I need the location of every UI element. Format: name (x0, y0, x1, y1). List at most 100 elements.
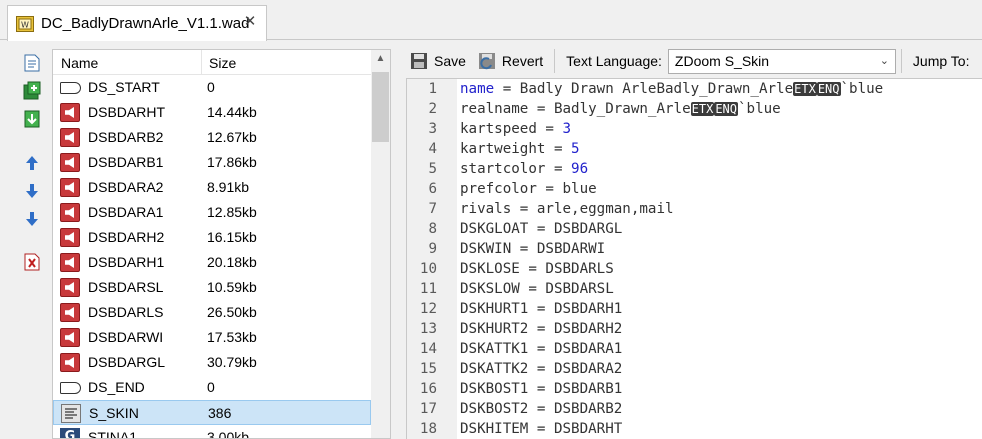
code-line: 4 kartweight = 5 (407, 139, 982, 159)
entry-name: DSBDARB2 (88, 129, 164, 145)
entry-name: DSBDARA2 (88, 179, 164, 195)
import-entry-icon[interactable] (20, 79, 44, 103)
entry-list-scrollbar[interactable]: ▲ (371, 50, 390, 438)
line-text: DSKSLOW = DSBDARSL (460, 279, 614, 299)
tab-title: DC_BadlyDrawnArle_V1.1.wad (41, 15, 250, 32)
entry-row[interactable]: DSBDARH1 20.18kb (53, 250, 371, 275)
move-up-icon[interactable] (20, 151, 44, 175)
entry-list-header: Name Size (53, 50, 371, 75)
entry-name: DSBDARA1 (88, 204, 164, 220)
text-language-select[interactable]: ZDoom S_Skin ⌄ (667, 48, 896, 74)
line-number: 12 (419, 301, 437, 317)
revert-button[interactable]: Revert (472, 47, 549, 75)
code-line: 1 name = Badly Drawn ArleBadly_Drawn_Arle… (407, 79, 982, 99)
document-tab[interactable]: W DC_BadlyDrawnArle_V1.1.wad ✕ (7, 5, 267, 41)
sort-down-icon[interactable] (20, 207, 44, 231)
entry-row[interactable]: DSBDARSL 10.59kb (53, 275, 371, 300)
text-editor[interactable]: 1 name = Badly Drawn ArleBadly_Drawn_Arle… (406, 78, 982, 439)
code-line: 10 DSKLOSE = DSBDARLS (407, 259, 982, 279)
entry-row[interactable]: DSBDARB1 17.86kb (53, 150, 371, 175)
line-text: DSKLOSE = DSBDARLS (460, 259, 614, 279)
entry-row[interactable]: DSBDARA2 8.91kb (53, 175, 371, 200)
line-text: DSKHURT1 = DSBDARH1 (460, 299, 622, 319)
revert-icon (478, 53, 495, 70)
entry-list[interactable]: Name Size DS_START 0 DSBDARHT 14.44kb DSBDAR… (52, 49, 391, 439)
marker-icon (60, 82, 81, 94)
entry-size: 3.00kb (207, 429, 250, 439)
line-number: 17 (419, 401, 437, 417)
text-entry-panel: Save Revert Text Language: ZDoom S_Skin … (404, 41, 982, 439)
entry-name: DSBDARH2 (88, 229, 165, 245)
line-number: 14 (419, 341, 437, 357)
entry-row[interactable]: S_SKIN 386 (53, 400, 371, 425)
save-label: Save (434, 53, 466, 69)
jump-to-label: Jump To: (912, 53, 970, 69)
line-number: 9 (428, 241, 437, 257)
entry-size: 20.18kb (207, 254, 257, 270)
sound-icon (60, 303, 80, 322)
entry-size: 386 (208, 405, 232, 421)
line-number: 15 (419, 361, 437, 377)
line-number: 11 (419, 281, 437, 297)
name-column-header[interactable]: Name (61, 55, 98, 71)
entry-row[interactable]: DS_END 0 (53, 375, 371, 400)
entry-size: 14.44kb (207, 104, 257, 120)
entry-row[interactable]: DSBDARHT 14.44kb (53, 100, 371, 125)
line-text: DSKGLOAT = DSBDARGL (460, 219, 622, 239)
control-char-badge: ENQ (714, 102, 738, 116)
code-token: 96 (571, 161, 589, 177)
entry-size: 16.15kb (207, 229, 257, 245)
entry-name: DSBDARB1 (88, 154, 164, 170)
size-column-header[interactable]: Size (209, 55, 236, 71)
entry-row[interactable]: DSBDARLS 26.50kb (53, 300, 371, 325)
entry-name: STINA1 (88, 429, 138, 439)
close-tab-icon[interactable]: ✕ (243, 14, 257, 29)
code-token: DSKHITEM = DSBDARHT (460, 421, 623, 437)
entry-row[interactable]: DSBDARB2 12.67kb (53, 125, 371, 150)
save-icon (411, 53, 427, 69)
code-line: 12 DSKHURT1 = DSBDARH1 (407, 299, 982, 319)
column-divider[interactable] (201, 50, 202, 75)
line-text: realname = Badly_Drawn_ArleETX ENQ`blue (460, 99, 781, 119)
marker-icon (60, 382, 81, 394)
scroll-up-arrow-icon[interactable]: ▲ (371, 50, 390, 68)
scrollbar-thumb[interactable] (372, 72, 389, 142)
entry-size: 17.86kb (207, 154, 257, 170)
entry-row[interactable]: DS_START 0 (53, 75, 371, 100)
code-token: `blue (738, 101, 781, 117)
entry-row[interactable]: DSBDARWI 17.53kb (53, 325, 371, 350)
entry-row[interactable]: DSBDARA1 12.85kb (53, 200, 371, 225)
wad-file-icon: W (16, 15, 34, 32)
save-button[interactable]: Save (404, 47, 472, 75)
code-line: 2 realname = Badly_Drawn_ArleETX ENQ`blue (407, 99, 982, 119)
code-token: DSKBOST2 = DSBDARB2 (460, 401, 623, 417)
code-token: DSKHURT2 = DSBDARH2 (460, 321, 623, 337)
sound-icon (60, 228, 80, 247)
export-entry-icon[interactable] (20, 107, 44, 131)
code-token: DSKLOSE = DSBDARLS (460, 261, 614, 277)
graphic-icon: G (60, 428, 80, 438)
move-down-icon[interactable] (20, 179, 44, 203)
line-number: 18 (419, 421, 437, 437)
code-token: prefcolor = blue (460, 181, 597, 197)
new-entry-icon[interactable] (20, 51, 44, 75)
delete-entry-icon[interactable] (20, 250, 44, 274)
sound-icon (60, 353, 80, 372)
code-line: 16 DSKBOST1 = DSBDARB1 (407, 379, 982, 399)
code-token: DSKGLOAT = DSBDARGL (460, 221, 623, 237)
entry-name: DSBDARHT (88, 104, 166, 120)
line-number: 10 (419, 261, 437, 277)
entry-row[interactable]: DSBDARGL 30.79kb (53, 350, 371, 375)
code-token: DSKATTK2 = DSBDARA2 (460, 361, 623, 377)
sound-icon (60, 278, 80, 297)
line-text: prefcolor = blue (460, 179, 597, 199)
entry-size: 0 (207, 79, 215, 95)
entry-row[interactable]: G STINA1 3.00kb (53, 425, 371, 439)
sound-icon (60, 328, 80, 347)
code-token: realname = Badly_Drawn_Arle (460, 101, 691, 117)
chevron-down-icon: ⌄ (879, 54, 889, 67)
entry-row[interactable]: DSBDARH2 16.15kb (53, 225, 371, 250)
entry-size: 30.79kb (207, 354, 257, 370)
code-line: 11 DSKSLOW = DSBDARSL (407, 279, 982, 299)
entry-name: DSBDARGL (88, 354, 166, 370)
